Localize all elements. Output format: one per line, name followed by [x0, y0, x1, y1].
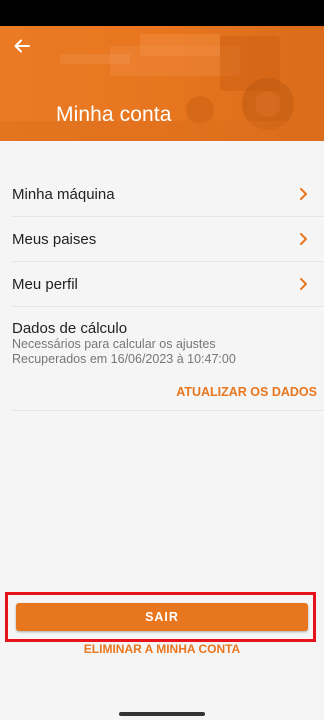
account-header: Minha conta: [0, 26, 324, 141]
status-bar: [0, 0, 324, 26]
chevron-right-icon: [300, 278, 307, 290]
navigation-bar: [0, 700, 324, 720]
menu-item-my-profile[interactable]: Meu perfil: [12, 262, 324, 307]
menu-item-label: Meus paises: [12, 230, 97, 248]
chevron-right-icon: [300, 188, 307, 200]
calc-subtitle: Necessários para calcular os ajustes: [12, 337, 216, 351]
page-title: Minha conta: [56, 103, 172, 126]
logout-button[interactable]: SAIR: [16, 603, 308, 631]
delete-account-button[interactable]: ELIMINAR A MINHA CONTA: [0, 642, 324, 656]
calc-recovered-timestamp: Recuperados em 16/06/2023 à 10:47:00: [12, 352, 236, 366]
calculation-data-section: Dados de cálculo Necessários para calcul…: [12, 320, 324, 367]
arrow-left-icon: [14, 39, 30, 53]
menu-item-my-countries[interactable]: Meus paises: [12, 217, 324, 262]
menu-item-my-machine[interactable]: Minha máquina: [12, 172, 324, 217]
calc-title: Dados de cálculo: [12, 320, 128, 337]
menu-item-label: Meu perfil: [12, 275, 78, 293]
menu-item-label: Minha máquina: [12, 185, 115, 203]
back-button[interactable]: [10, 36, 34, 56]
home-indicator[interactable]: [119, 712, 205, 716]
divider: [12, 410, 324, 411]
update-data-button[interactable]: ATUALIZAR OS DADOS: [176, 385, 317, 399]
account-menu: Minha máquina Meus paises Meu perfil: [0, 172, 324, 307]
chevron-right-icon: [300, 233, 307, 245]
